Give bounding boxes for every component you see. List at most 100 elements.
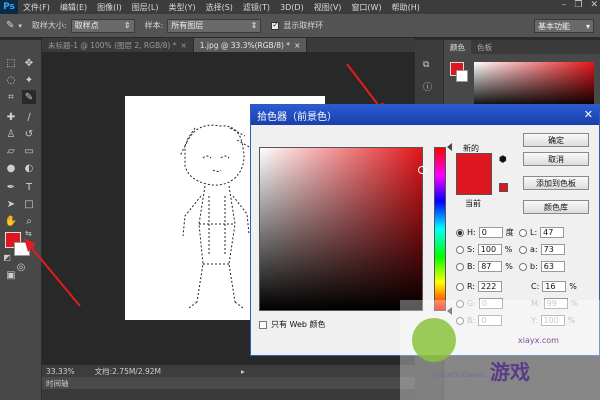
sample-layers-select[interactable]: 所有图层 ⇕ [167,18,262,33]
current-color-swatch[interactable] [456,175,492,195]
red-input[interactable]: 222 [478,281,503,292]
gamut-warning-icon[interactable] [499,183,508,192]
menu-3d[interactable]: 3D(D) [275,3,309,12]
color-spectrum[interactable] [474,62,594,108]
sample-size-select[interactable]: 取样点 ⇕ [70,18,135,33]
hand-tool-icon[interactable]: ✋ [4,214,18,228]
zoom-tool-icon[interactable]: ⌕ [22,214,36,228]
healing-brush-tool-icon[interactable]: ✚ [4,110,18,124]
brush-tool-icon[interactable]: ∕ [22,110,36,124]
hue-field-row: H: 0 度 [456,227,514,238]
cube-icon[interactable]: ⬢ [499,155,507,165]
dialog-title-bar[interactable]: 拾色器（前景色） [251,105,599,125]
rectangle-tool-icon[interactable]: □ [22,197,36,211]
lightness-label: L: [530,228,538,237]
close-icon[interactable]: × [180,41,186,50]
hue-radio[interactable] [456,228,464,237]
saturation-label: S: [467,245,475,254]
blur-tool-icon[interactable]: ● [4,161,18,175]
web-colors-only-checkbox[interactable] [259,320,267,329]
properties-icon[interactable]: ⓘ [423,80,432,93]
menu-layer[interactable]: 图层(L) [127,2,164,13]
web-colors-only-label: 只有 Web 颜色 [271,320,326,329]
watermark-logo [412,318,456,362]
show-ring-label: 显示取样环 [283,21,324,30]
menu-window[interactable]: 窗口(W) [346,2,386,13]
ok-button[interactable]: 确定 [523,133,589,147]
brightness-unit: % [505,262,513,271]
restore-icon[interactable]: ❐ [574,0,582,10]
type-tool-icon[interactable]: T [22,180,36,194]
cyan-input[interactable]: 16 [542,281,567,292]
close-icon[interactable]: × [294,41,300,50]
tab-swatches[interactable]: 色板 [471,40,498,54]
lasso-tool-icon[interactable]: ◌ [4,73,18,87]
panel-background-swatch[interactable] [456,70,468,82]
brightness-input[interactable]: 87 [478,261,503,272]
zoom-level[interactable]: 33.33% [46,367,75,376]
move-tool-icon[interactable]: ✥ [22,56,36,70]
minimize-icon[interactable]: – [562,0,567,10]
brightness-label: B: [467,262,476,271]
a-field-row: a: 73 [519,244,565,255]
marquee-tool-icon[interactable]: ⬚ [4,56,18,70]
magic-wand-tool-icon[interactable]: ✦ [22,73,36,87]
tab-untitled[interactable]: 未标题-1 @ 100% (图层 2, RGB/8) * × [42,38,194,52]
hue-slider[interactable] [434,147,446,311]
saturation-radio[interactable] [456,245,464,254]
tab-label: 未标题-1 @ 100% (图层 2, RGB/8) * [48,40,177,50]
menu-type[interactable]: 类型(Y) [163,2,200,13]
b-label: b: [530,262,538,271]
crop-tool-icon[interactable]: ⌗ [4,90,18,104]
color-panel-tabs: 颜色 色板 [444,40,600,54]
timeline-panel-header[interactable]: 时间轴 [42,377,415,389]
sample-size-label: 取样大小: [31,21,67,30]
cancel-button[interactable]: 取消 [523,152,589,166]
cyan-label: C: [531,282,540,291]
path-selection-tool-icon[interactable]: ➤ [4,197,18,211]
photoshop-logo: Ps [0,0,18,14]
hue-input[interactable]: 0 [478,227,503,238]
hue-slider-handle[interactable] [447,143,452,151]
status-bar: 33.33% 文档:2.75M/2.92M ▸ [42,365,415,377]
menu-help[interactable]: 帮助(H) [387,2,425,13]
menu-select[interactable]: 选择(S) [201,2,238,13]
eyedropper-tool-icon[interactable]: ✎ [22,90,36,104]
show-ring-checkbox[interactable]: ✓ [271,21,280,30]
eraser-tool-icon[interactable]: ▱ [4,144,18,158]
b-input[interactable]: 63 [540,261,565,272]
menu-image[interactable]: 图像(I) [92,2,127,13]
brightness-radio[interactable] [456,262,464,271]
watermark-url: xiayx.com [518,336,559,345]
tab-label: 1.jpg @ 33.3%(RGB/8) * [199,40,291,50]
dodge-tool-icon[interactable]: ◐ [22,161,36,175]
menu-file[interactable]: 文件(F) [18,2,55,13]
color-libraries-button[interactable]: 颜色库 [523,200,589,214]
b-radio[interactable] [519,262,527,271]
close-icon[interactable]: ✕ [584,108,593,121]
pen-tool-icon[interactable]: ✒ [4,180,18,194]
close-icon[interactable]: ✕ [590,0,598,10]
a-radio[interactable] [519,245,527,254]
add-to-swatches-button[interactable]: 添加到色板 [523,176,589,190]
red-radio[interactable] [456,282,464,291]
a-input[interactable]: 73 [540,244,565,255]
eyedropper-tool-icon[interactable]: ✎ [6,20,14,31]
clone-stamp-tool-icon[interactable]: ♙ [4,127,18,141]
tab-color[interactable]: 颜色 [444,40,471,54]
lightness-radio[interactable] [519,228,527,237]
status-arrow-icon[interactable]: ▸ [241,367,245,376]
lightness-input[interactable]: 47 [540,227,565,238]
history-brush-tool-icon[interactable]: ↺ [22,127,36,141]
menu-edit[interactable]: 编辑(E) [55,2,92,13]
tab-1jpg[interactable]: 1.jpg @ 33.3%(RGB/8) * × [193,38,308,52]
history-icon[interactable]: ⧉ [423,60,429,70]
gradient-tool-icon[interactable]: ▭ [22,144,36,158]
tool-preset-dropdown-icon[interactable]: ▾ [18,22,22,30]
saturation-brightness-field[interactable] [259,147,426,311]
workspace-select[interactable]: 基本功能 ▾ [534,19,594,33]
menu-view[interactable]: 视图(V) [309,2,347,13]
saturation-input[interactable]: 100 [477,244,502,255]
color-picker-cursor[interactable] [418,166,426,174]
menu-filter[interactable]: 滤镜(T) [238,2,275,13]
